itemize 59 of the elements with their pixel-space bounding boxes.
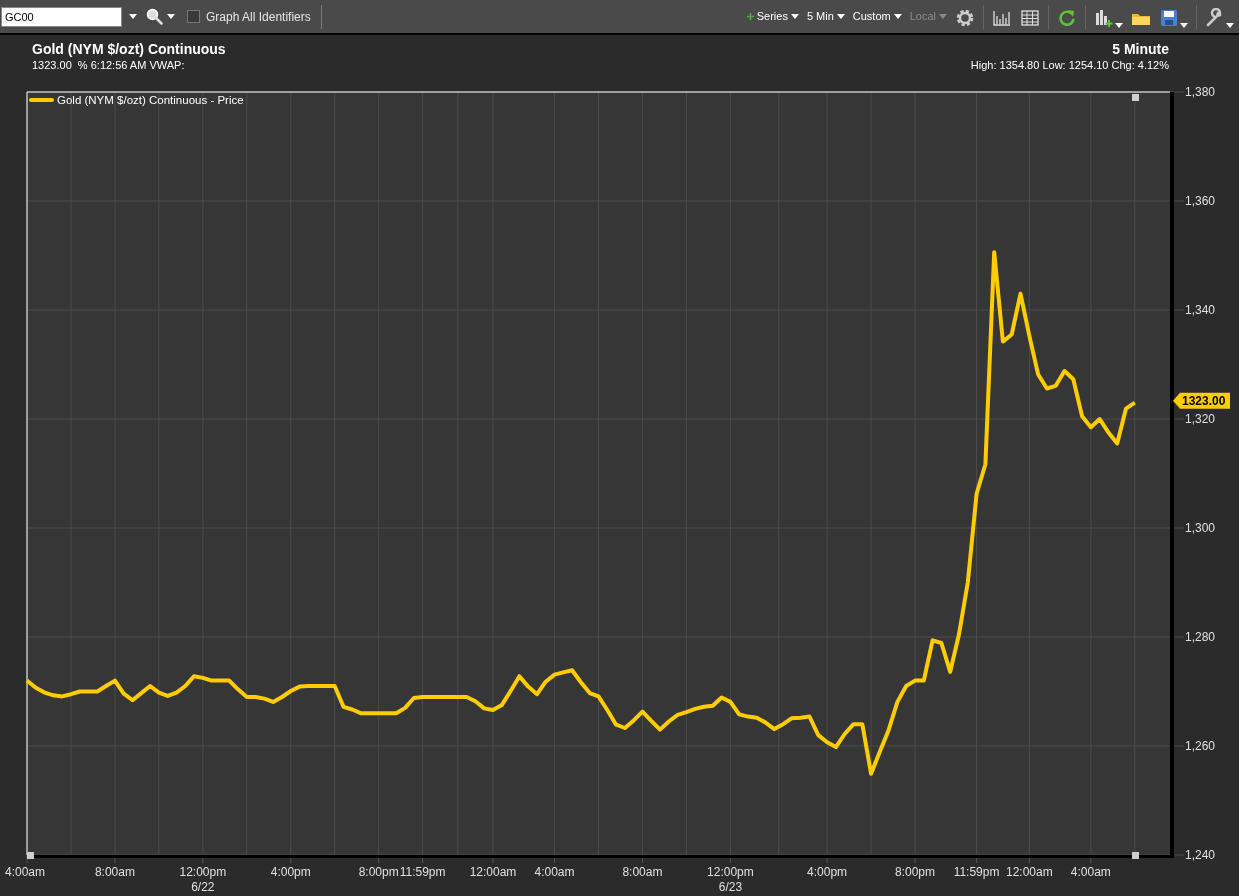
checkbox-label: Graph All Identifiers [206,8,311,26]
chart-add-icon [1094,7,1114,28]
search-icon [146,8,163,25]
x-tick-label: 8:00am [94,865,135,879]
x-tick-label: 4:00am [1070,865,1111,879]
x-tick-label: 4:00am [5,865,46,879]
symbol-input[interactable]: GC00 [1,6,122,27]
legend-label: Gold (NYM $/ozt) Continuous - Price [57,94,244,106]
caret-icon [836,14,845,19]
wrench-button[interactable] [1205,5,1234,28]
caret-icon [790,14,799,19]
settings-icon [955,7,975,28]
x-tick-label: 12:00pm [707,865,754,879]
x-tick-label: 12:00pm [179,865,227,879]
x-tick-label: 11:59pm [399,865,446,879]
stats-text: High: 1354.80 Low: 1254.10 Chg: 4.12% [970,58,1169,72]
x-tick-label: 4:00am [534,865,575,879]
y-tick-label: 1,380 [1185,85,1216,99]
x-tick-label: 11:59pm [953,865,1000,879]
quote-text: 1323.00 % 6:12:56 AM VWAP: [32,58,186,72]
y-tick-label: 1,360 [1185,194,1216,208]
y-tick-label: 1,280 [1185,630,1216,644]
search-button[interactable] [144,6,177,27]
legend-swatch-icon [29,98,54,102]
resize-handle[interactable] [1132,94,1139,101]
caret-icon [893,14,902,19]
date-label: 6/22 [191,880,215,894]
caret-icon [129,14,137,19]
table-icon [1020,7,1040,28]
x-tick-label: 8:00pm [895,865,936,879]
checkbox[interactable] [187,10,200,23]
y-tick-label: 1,240 [1185,848,1216,862]
date-label: 6/23 [718,880,743,894]
x-tick-label: 8:00am [622,865,663,879]
refresh-icon [1057,7,1077,28]
caret-icon [939,14,947,19]
resize-handle[interactable] [27,852,34,859]
y-tick-label: 1,320 [1185,412,1216,426]
y-tick-label: 1,260 [1185,739,1216,753]
x-tick-label: 12:00am [469,865,517,879]
y-tick-label: 1,340 [1185,303,1216,317]
resize-handle[interactable] [1132,852,1139,859]
last-price-tag: 1323.00 [1173,392,1230,409]
x-tick-label: 8:00pm [358,865,399,879]
y-tick-label: 1,300 [1185,521,1216,535]
x-tick-label: 4:00pm [807,865,848,879]
chart-title: Gold (NYM $/ozt) Continuous [32,40,226,58]
save-icon [1159,7,1179,28]
menu-button[interactable]: 5 Min [806,8,845,25]
caret-icon [1226,22,1234,28]
caret-icon [1115,22,1123,28]
caret-icon [167,14,175,19]
x-tick-label: 12:00am [1005,865,1053,879]
caret-icon [1180,22,1188,28]
menu-button[interactable]: Series [746,8,799,25]
interval-label: 5 Minute [1112,40,1169,58]
menu-button[interactable]: Custom [852,8,902,25]
plus-icon [746,13,754,20]
x-tick-label: 4:00pm [270,865,311,879]
